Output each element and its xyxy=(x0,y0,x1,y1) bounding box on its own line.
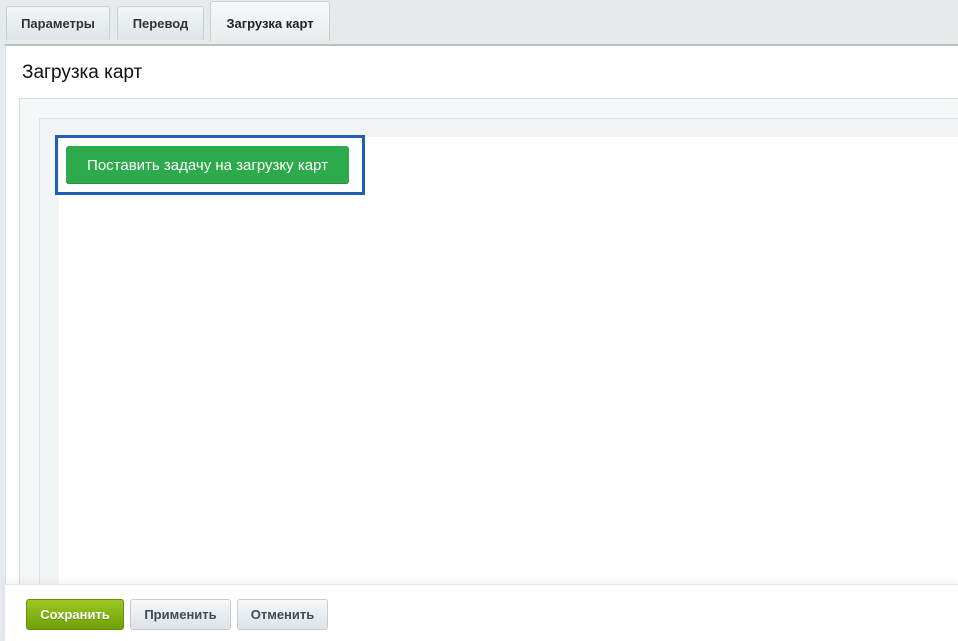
tab-label: Параметры xyxy=(21,16,95,31)
tab-bar: Параметры Перевод Загрузка карт xyxy=(0,0,958,46)
content-area xyxy=(59,137,958,586)
cancel-button[interactable]: Отменить xyxy=(237,599,328,630)
schedule-map-upload-button[interactable]: Поставить задачу на загрузку карт xyxy=(66,146,349,184)
tab-label: Загрузка карт xyxy=(226,16,314,31)
tab-panel: Загрузка карт xyxy=(5,46,958,586)
save-button[interactable]: Сохранить xyxy=(26,599,124,630)
apply-button[interactable]: Применить xyxy=(130,599,231,630)
tab-map-upload[interactable]: Загрузка карт xyxy=(210,1,330,41)
form-footer: Сохранить Применить Отменить xyxy=(5,584,958,641)
panel-title: Загрузка карт xyxy=(22,62,143,83)
tab-parameters[interactable]: Параметры xyxy=(6,6,110,40)
tab-label: Перевод xyxy=(132,16,189,31)
tab-translation[interactable]: Перевод xyxy=(117,6,204,40)
